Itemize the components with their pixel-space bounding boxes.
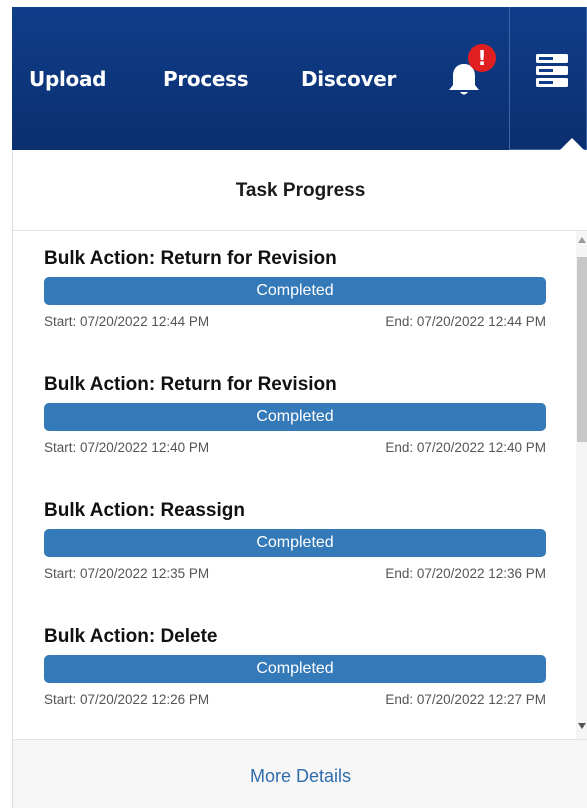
dropdown-caret bbox=[560, 138, 584, 150]
task-end-time: End: 07/20/2022 12:27 PM bbox=[385, 692, 546, 707]
task-item: Bulk Action: Return for Revision Complet… bbox=[44, 373, 546, 456]
task-start-time: Start: 07/20/2022 12:26 PM bbox=[44, 692, 210, 707]
task-title: Bulk Action: Reassign bbox=[44, 500, 245, 521]
scroll-up-arrow-icon[interactable] bbox=[578, 237, 586, 243]
task-title: Bulk Action: Return for Revision bbox=[44, 248, 337, 269]
server-menu-icon bbox=[536, 54, 568, 87]
scrollbar[interactable] bbox=[576, 231, 587, 739]
task-item: Bulk Action: Reassign Completed Start: 0… bbox=[44, 499, 546, 582]
progress-bar: Completed bbox=[44, 655, 546, 683]
task-start-time: Start: 07/20/2022 12:35 PM bbox=[44, 566, 210, 581]
task-title: Bulk Action: Return for Revision bbox=[44, 374, 337, 395]
notification-badge: ! bbox=[468, 44, 496, 72]
more-details-link[interactable]: More Details bbox=[13, 739, 587, 808]
top-navbar: Upload Process Discover ! bbox=[12, 7, 587, 150]
progress-bar: Completed bbox=[44, 403, 546, 431]
panel-title: Task Progress bbox=[13, 150, 587, 231]
progress-bar: Completed bbox=[44, 529, 546, 557]
scroll-thumb[interactable] bbox=[577, 257, 587, 442]
task-start-time: Start: 07/20/2022 12:44 PM bbox=[44, 314, 210, 329]
task-list: Bulk Action: Return for Revision Complet… bbox=[13, 231, 587, 739]
task-item: Bulk Action: Delete Completed Start: 07/… bbox=[44, 625, 546, 708]
nav-process-link[interactable]: Process bbox=[163, 67, 249, 91]
nav-upload-link[interactable]: Upload bbox=[29, 67, 106, 91]
task-end-time: End: 07/20/2022 12:36 PM bbox=[385, 566, 546, 581]
nav-discover-link[interactable]: Discover bbox=[301, 67, 396, 91]
task-title: Bulk Action: Delete bbox=[44, 626, 218, 647]
menu-button[interactable] bbox=[509, 7, 587, 150]
task-end-time: End: 07/20/2022 12:40 PM bbox=[385, 440, 546, 455]
task-item: Bulk Action: Return for Revision Complet… bbox=[44, 247, 546, 330]
task-end-time: End: 07/20/2022 12:44 PM bbox=[385, 314, 546, 329]
progress-bar: Completed bbox=[44, 277, 546, 305]
task-progress-panel: Task Progress Bulk Action: Return for Re… bbox=[12, 138, 587, 808]
scroll-down-arrow-icon[interactable] bbox=[578, 723, 586, 729]
task-start-time: Start: 07/20/2022 12:40 PM bbox=[44, 440, 210, 455]
